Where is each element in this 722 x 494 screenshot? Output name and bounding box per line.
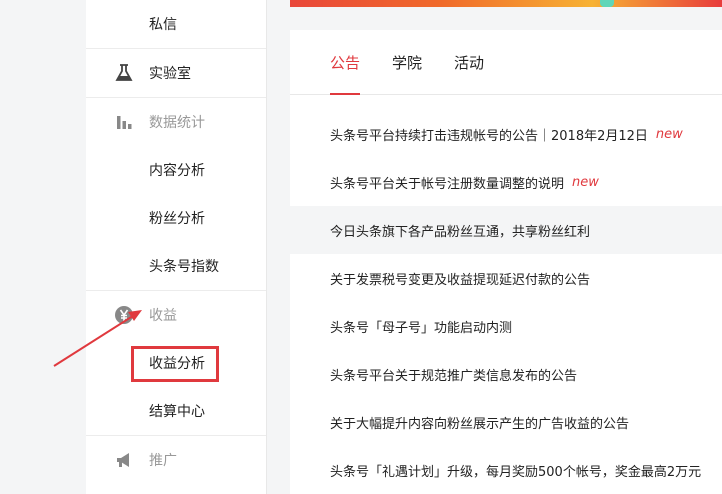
sidebar-item-lab[interactable]: 实验室 [86,49,266,97]
notice-title: 头条号平台关于规范推广类信息发布的公告 [330,368,578,384]
sidebar-group-label: 收益 [149,308,177,324]
page: 私信 实验室 数据统计 内容分析 粉丝分析 头条号指数 收益 收益分析 结算中心… [0,0,722,494]
sidebar-group-promotion[interactable]: 推广 [86,436,266,484]
sidebar-item-settlement-center[interactable]: 结算中心 [86,387,266,435]
tab-bar: 公告 学院 活动 [290,30,722,95]
megaphone-icon [114,450,134,470]
yen-coin-icon [114,305,134,325]
sidebar-item-label: 结算中心 [149,404,205,420]
new-badge: new [655,126,683,142]
sidebar-item-label: 头条号指数 [149,259,219,275]
sidebar-item-messages[interactable]: 私信 [86,0,266,48]
announcement-card: 公告 学院 活动 头条号平台持续打击违规帐号的公告｜2018年2月12日 new… [290,30,722,494]
tab-label: 活动 [454,53,485,72]
flask-icon [114,63,134,83]
notice-item[interactable]: 头条号「母子号」功能启动内测 [290,302,722,350]
sidebar-group-data-stats[interactable]: 数据统计 [86,98,266,146]
tab-activities[interactable]: 活动 [454,30,484,94]
bar-chart-icon [114,112,134,132]
sidebar-item-account-index[interactable]: 头条号指数 [86,242,266,290]
notice-item[interactable]: 头条号「礼遇计划」升级，每月奖励500个帐号，奖金最高2万元 [290,446,722,494]
sidebar-item-label: 私信 [149,17,177,33]
new-badge: new [572,174,599,190]
tab-academy[interactable]: 学院 [392,30,422,94]
notice-item[interactable]: 头条号平台关于规范推广类信息发布的公告 [290,350,722,398]
tab-label: 学院 [392,53,423,72]
top-banner [290,0,722,7]
sidebar-item-content-analysis[interactable]: 内容分析 [86,146,266,194]
annotation-highlight-box [131,346,219,382]
notice-item[interactable]: 头条号平台持续打击违规帐号的公告｜2018年2月12日 new [290,110,722,158]
sidebar-item-label: 粉丝分析 [149,211,205,227]
notice-title: 关于发票税号变更及收益提现延迟付款的公告 [330,272,591,288]
notice-title: 头条号「礼遇计划」升级，每月奖励500个帐号，奖金最高2万元 [330,464,702,480]
sidebar-item-label: 内容分析 [149,163,205,179]
sidebar-group-earnings[interactable]: 收益 [86,291,266,339]
notice-title: 头条号平台持续打击违规帐号的公告｜2018年2月12日 [330,128,648,144]
notice-title: 关于大幅提升内容向粉丝展示产生的广告收益的公告 [330,416,630,432]
notice-item[interactable]: 关于大幅提升内容向粉丝展示产生的广告收益的公告 [290,398,722,446]
notice-item[interactable]: 关于发票税号变更及收益提现延迟付款的公告 [290,254,722,302]
sidebar-group-label: 推广 [149,453,177,469]
notice-item[interactable]: 头条号平台关于帐号注册数量调整的说明 new [290,158,722,206]
notice-title: 头条号平台关于帐号注册数量调整的说明 [330,176,565,192]
notice-title: 今日头条旗下各产品粉丝互通，共享粉丝红利 [330,224,591,240]
tab-label: 公告 [330,53,361,72]
notice-item[interactable]: 今日头条旗下各产品粉丝互通，共享粉丝红利 [290,206,722,254]
tab-announcements[interactable]: 公告 [330,30,361,95]
sidebar-group-label: 数据统计 [149,115,205,131]
notice-title: 头条号「母子号」功能启动内测 [330,320,513,336]
sidebar-item-fans-analysis[interactable]: 粉丝分析 [86,194,266,242]
sidebar: 私信 实验室 数据统计 内容分析 粉丝分析 头条号指数 收益 收益分析 结算中心… [86,0,267,494]
sidebar-item-label: 实验室 [149,66,191,82]
banner-decoration [600,0,614,7]
